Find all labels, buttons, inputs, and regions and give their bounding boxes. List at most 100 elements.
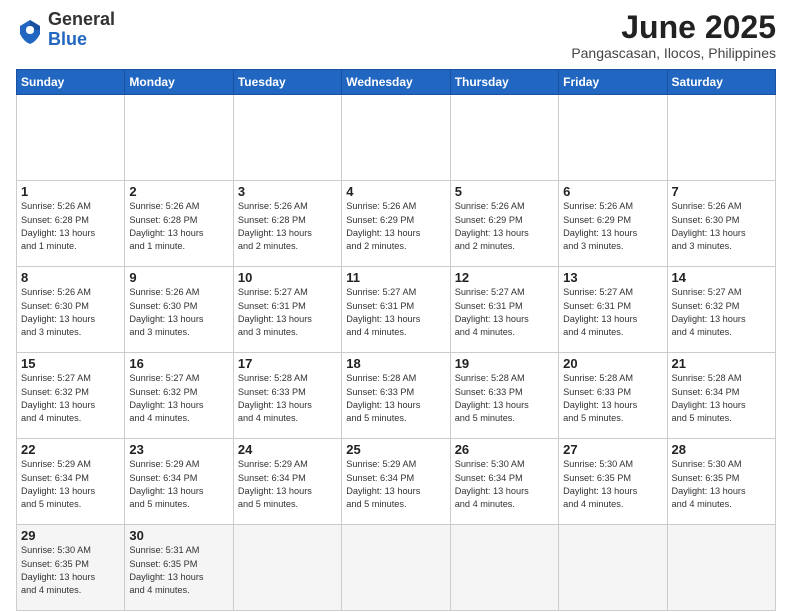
calendar-cell [667,95,775,181]
calendar-cell: 8Sunrise: 5:26 AM Sunset: 6:30 PM Daylig… [17,267,125,353]
calendar-cell: 28Sunrise: 5:30 AM Sunset: 6:35 PM Dayli… [667,439,775,525]
day-header-friday: Friday [559,70,667,95]
day-number: 30 [129,528,228,543]
cell-content: Sunrise: 5:30 AM Sunset: 6:34 PM Dayligh… [455,458,554,511]
week-row-3: 15Sunrise: 5:27 AM Sunset: 6:32 PM Dayli… [17,353,776,439]
calendar-cell: 3Sunrise: 5:26 AM Sunset: 6:28 PM Daylig… [233,181,341,267]
calendar-cell: 4Sunrise: 5:26 AM Sunset: 6:29 PM Daylig… [342,181,450,267]
calendar-cell: 15Sunrise: 5:27 AM Sunset: 6:32 PM Dayli… [17,353,125,439]
cell-content: Sunrise: 5:29 AM Sunset: 6:34 PM Dayligh… [346,458,445,511]
day-number: 1 [21,184,120,199]
calendar-cell [450,95,558,181]
week-row-0 [17,95,776,181]
day-number: 19 [455,356,554,371]
cell-content: Sunrise: 5:26 AM Sunset: 6:30 PM Dayligh… [672,200,771,253]
calendar-cell: 6Sunrise: 5:26 AM Sunset: 6:29 PM Daylig… [559,181,667,267]
week-row-5: 29Sunrise: 5:30 AM Sunset: 6:35 PM Dayli… [17,525,776,611]
day-number: 11 [346,270,445,285]
day-header-sunday: Sunday [17,70,125,95]
cell-content: Sunrise: 5:30 AM Sunset: 6:35 PM Dayligh… [563,458,662,511]
calendar-cell [17,95,125,181]
calendar-cell [233,525,341,611]
day-number: 27 [563,442,662,457]
calendar-cell [667,525,775,611]
cell-content: Sunrise: 5:26 AM Sunset: 6:30 PM Dayligh… [129,286,228,339]
calendar-cell [342,525,450,611]
day-number: 28 [672,442,771,457]
calendar-cell: 7Sunrise: 5:26 AM Sunset: 6:30 PM Daylig… [667,181,775,267]
cell-content: Sunrise: 5:26 AM Sunset: 6:29 PM Dayligh… [455,200,554,253]
day-header-tuesday: Tuesday [233,70,341,95]
calendar-cell [450,525,558,611]
day-number: 29 [21,528,120,543]
day-number: 7 [672,184,771,199]
calendar-cell [342,95,450,181]
calendar-cell [559,525,667,611]
calendar-cell: 26Sunrise: 5:30 AM Sunset: 6:34 PM Dayli… [450,439,558,525]
cell-content: Sunrise: 5:27 AM Sunset: 6:31 PM Dayligh… [238,286,337,339]
logo-icon [16,16,44,44]
calendar-cell: 2Sunrise: 5:26 AM Sunset: 6:28 PM Daylig… [125,181,233,267]
logo-blue-text: Blue [48,29,87,49]
logo-general-text: General [48,9,115,29]
calendar-cell: 10Sunrise: 5:27 AM Sunset: 6:31 PM Dayli… [233,267,341,353]
title-block: June 2025 Pangascasan, Ilocos, Philippin… [571,10,776,61]
cell-content: Sunrise: 5:29 AM Sunset: 6:34 PM Dayligh… [129,458,228,511]
day-number: 21 [672,356,771,371]
calendar-cell: 22Sunrise: 5:29 AM Sunset: 6:34 PM Dayli… [17,439,125,525]
day-number: 4 [346,184,445,199]
day-number: 13 [563,270,662,285]
calendar-cell: 21Sunrise: 5:28 AM Sunset: 6:34 PM Dayli… [667,353,775,439]
cell-content: Sunrise: 5:27 AM Sunset: 6:31 PM Dayligh… [563,286,662,339]
cell-content: Sunrise: 5:31 AM Sunset: 6:35 PM Dayligh… [129,544,228,597]
day-number: 23 [129,442,228,457]
day-header-saturday: Saturday [667,70,775,95]
day-number: 5 [455,184,554,199]
days-header-row: SundayMondayTuesdayWednesdayThursdayFrid… [17,70,776,95]
day-header-monday: Monday [125,70,233,95]
week-row-1: 1 Sunrise: 5:26 AM Sunset: 6:28 PM Daylig… [17,181,776,267]
calendar-cell: 13Sunrise: 5:27 AM Sunset: 6:31 PM Dayli… [559,267,667,353]
cell-content: Sunrise: 5:28 AM Sunset: 6:33 PM Dayligh… [346,372,445,425]
day-number: 18 [346,356,445,371]
page: General Blue June 2025 Pangascasan, Iloc… [0,0,792,612]
calendar-cell [125,95,233,181]
day-number: 10 [238,270,337,285]
calendar-cell: 19Sunrise: 5:28 AM Sunset: 6:33 PM Dayli… [450,353,558,439]
calendar-table: SundayMondayTuesdayWednesdayThursdayFrid… [16,69,776,611]
cell-content: Sunrise: 5:27 AM Sunset: 6:31 PM Dayligh… [455,286,554,339]
day-header-wednesday: Wednesday [342,70,450,95]
location: Pangascasan, Ilocos, Philippines [571,45,776,61]
day-number: 12 [455,270,554,285]
day-number: 6 [563,184,662,199]
calendar-cell: 16Sunrise: 5:27 AM Sunset: 6:32 PM Dayli… [125,353,233,439]
cell-content: Sunrise: 5:28 AM Sunset: 6:34 PM Dayligh… [672,372,771,425]
cell-content: Sunrise: 5:27 AM Sunset: 6:32 PM Dayligh… [672,286,771,339]
calendar-cell [559,95,667,181]
day-number: 26 [455,442,554,457]
day-number: 9 [129,270,228,285]
cell-content: Sunrise: 5:26 AM Sunset: 6:29 PM Dayligh… [346,200,445,253]
cell-content: Sunrise: 5:28 AM Sunset: 6:33 PM Dayligh… [563,372,662,425]
calendar-cell: 12Sunrise: 5:27 AM Sunset: 6:31 PM Dayli… [450,267,558,353]
day-number: 24 [238,442,337,457]
calendar-cell [233,95,341,181]
day-number: 16 [129,356,228,371]
calendar-cell: 20Sunrise: 5:28 AM Sunset: 6:33 PM Dayli… [559,353,667,439]
calendar-cell: 30Sunrise: 5:31 AM Sunset: 6:35 PM Dayli… [125,525,233,611]
calendar-cell: 25Sunrise: 5:29 AM Sunset: 6:34 PM Dayli… [342,439,450,525]
calendar-cell: 5Sunrise: 5:26 AM Sunset: 6:29 PM Daylig… [450,181,558,267]
day-header-thursday: Thursday [450,70,558,95]
day-number: 8 [21,270,120,285]
calendar-cell: 14Sunrise: 5:27 AM Sunset: 6:32 PM Dayli… [667,267,775,353]
calendar-cell: 18Sunrise: 5:28 AM Sunset: 6:33 PM Dayli… [342,353,450,439]
day-number: 2 [129,184,228,199]
cell-content: Sunrise: 5:30 AM Sunset: 6:35 PM Dayligh… [672,458,771,511]
calendar-cell: 9Sunrise: 5:26 AM Sunset: 6:30 PM Daylig… [125,267,233,353]
cell-content: Sunrise: 5:26 AM Sunset: 6:28 PM Dayligh… [238,200,337,253]
month-title: June 2025 [571,10,776,45]
day-number: 17 [238,356,337,371]
week-row-2: 8 Sunrise: 5:26 AM Sunset: 6:30 PM Daylig… [17,267,776,353]
calendar-cell: 11Sunrise: 5:27 AM Sunset: 6:31 PM Dayli… [342,267,450,353]
cell-content: Sunrise: 5:30 AM Sunset: 6:35 PM Dayligh… [21,544,120,597]
